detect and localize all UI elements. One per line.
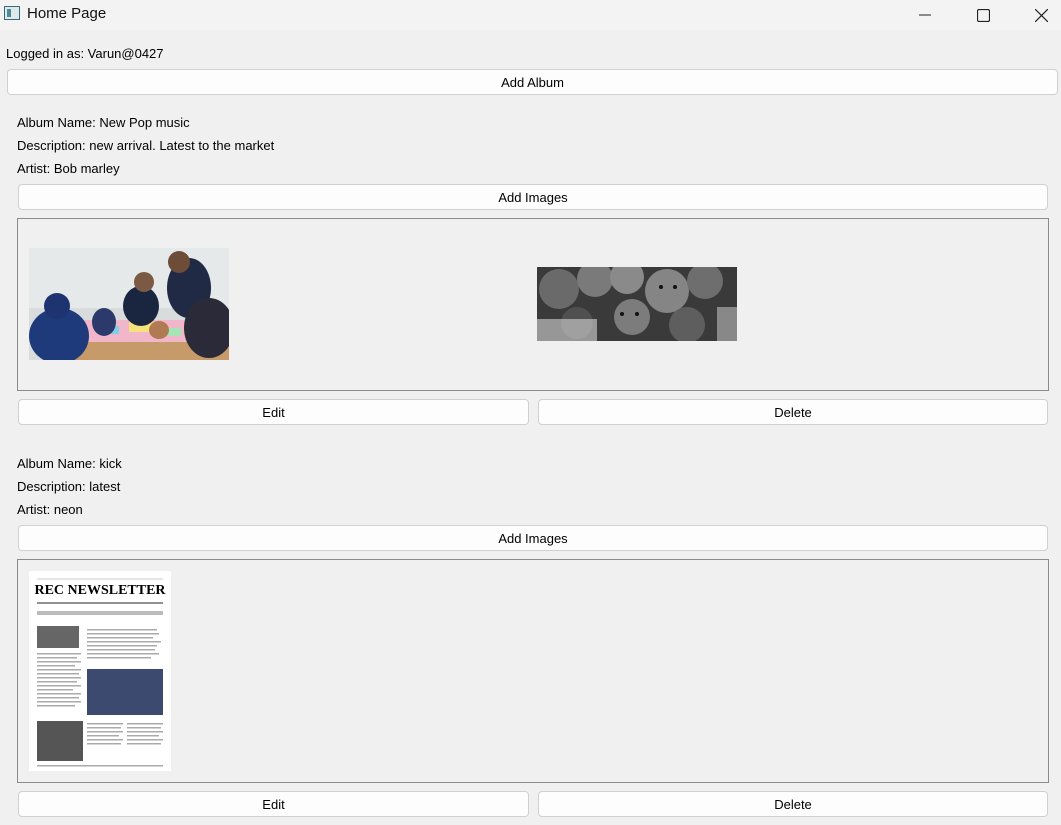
logged-in-label: Logged in as: Varun@0427	[6, 46, 164, 61]
album-image-area: REC NEWSLETTER	[17, 559, 1049, 783]
close-icon	[1034, 8, 1048, 22]
album-description: Description: latest	[17, 479, 121, 494]
newsletter-heading: REC NEWSLETTER	[34, 583, 166, 598]
album-name: Album Name: New Pop music	[17, 115, 190, 130]
newsletter-page-image	[29, 571, 171, 771]
delete-button[interactable]: Delete	[538, 791, 1048, 817]
add-images-button[interactable]: Add Images	[18, 184, 1048, 210]
maximize-icon	[976, 8, 990, 22]
album-artist: Artist: Bob marley	[17, 161, 120, 176]
album-name: Album Name: kick	[17, 456, 122, 471]
window-title: Home Page	[27, 5, 107, 22]
edit-button[interactable]: Edit	[18, 791, 529, 817]
photo-group-workshop-image	[29, 248, 229, 360]
add-images-button[interactable]: Add Images	[18, 525, 1048, 551]
add-album-button[interactable]: Add Album	[7, 69, 1058, 95]
album-image-thumbnail[interactable]	[29, 248, 229, 360]
album-artist: Artist: neon	[17, 502, 83, 517]
album-description: Description: new arrival. Latest to the …	[17, 138, 275, 153]
album-image-area	[17, 218, 1049, 391]
album-image-thumbnail[interactable]: REC NEWSLETTER	[29, 571, 171, 771]
close-button[interactable]	[1018, 0, 1061, 30]
title-bar: Home Page	[0, 0, 1061, 30]
delete-button[interactable]: Delete	[538, 399, 1048, 425]
minimize-icon	[919, 14, 931, 16]
maximize-button[interactable]	[960, 0, 1006, 30]
photo-children-bw-image	[537, 267, 737, 341]
app-icon	[4, 6, 20, 20]
minimize-button[interactable]	[902, 0, 948, 30]
edit-button[interactable]: Edit	[18, 399, 529, 425]
album-image-thumbnail[interactable]	[537, 267, 737, 341]
